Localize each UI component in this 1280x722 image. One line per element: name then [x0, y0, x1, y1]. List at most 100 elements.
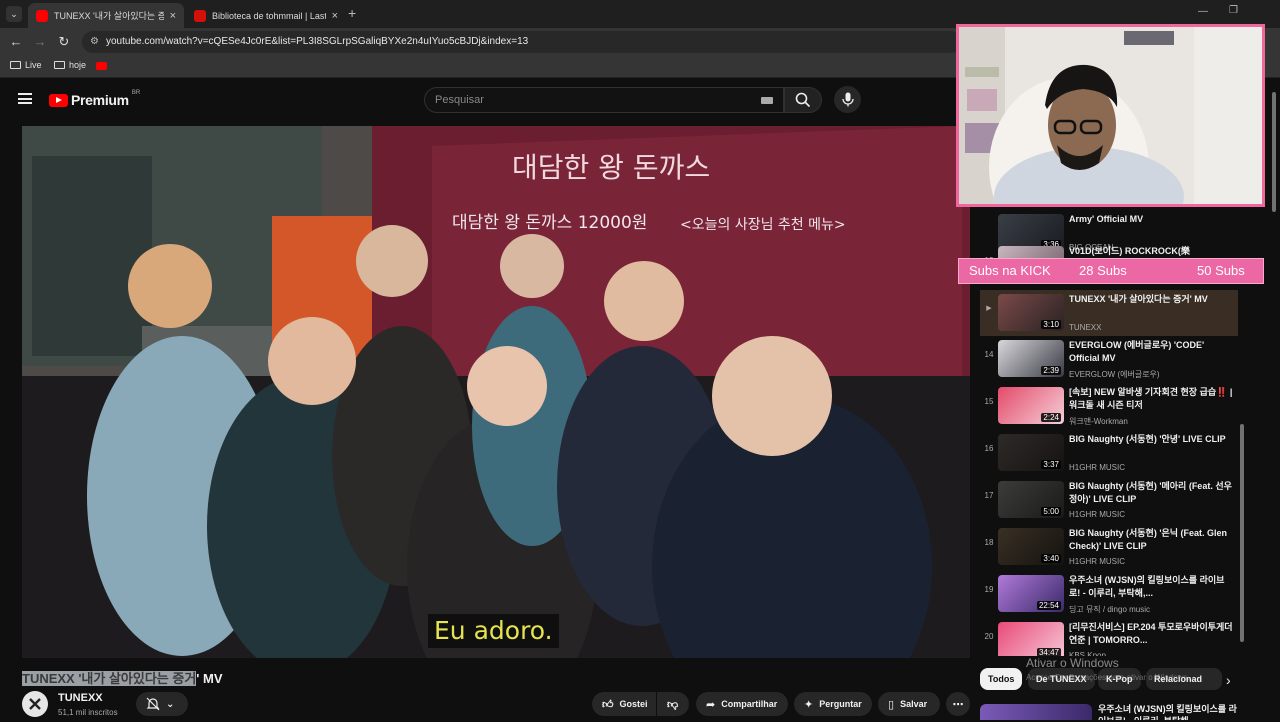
close-icon[interactable]: × [170, 10, 176, 22]
tab-youtube[interactable]: TUNEXX '내가 살아있다는 증거' × [28, 3, 184, 28]
folder-icon [54, 61, 65, 69]
window-maximize-icon[interactable]: ❐ [1229, 5, 1238, 16]
playlist-item-title[interactable]: 우주소녀 (WJSN)의 킬링보이스를 라이브로! - 이루리, 부탁해,... [1069, 574, 1234, 600]
video-player[interactable]: 대담한 왕 돈까스 대담한 왕 돈까스 12000원 <오늘의 사장님 추천 메… [22, 126, 970, 658]
duration-badge: 22:54 [1036, 601, 1061, 610]
channel-avatar[interactable] [22, 691, 48, 717]
voice-search-button[interactable] [834, 86, 861, 113]
playlist-item[interactable]: 18 3:40 BIG Naughty (서동현) '은닉 (Feat. Glen … [980, 524, 1238, 570]
sign-text: 대담한 왕 돈까스 [512, 151, 711, 184]
close-icon[interactable]: × [332, 10, 338, 22]
site-info-icon[interactable]: ⚙ [90, 31, 99, 53]
playlist-item-channel: H1GHR MUSIC [1069, 510, 1126, 519]
playlist-item-title[interactable]: EVERGLOW (에버글로우) 'CODE' Official MV [1069, 339, 1234, 365]
youtube-play-icon [49, 93, 68, 107]
playlist-item-channel: 딩고 뮤직 / dingo music [1069, 605, 1151, 614]
country-code: BR [131, 90, 141, 96]
duration-badge: 3:40 [1041, 554, 1061, 563]
dislike-button[interactable]: 👎︎ [657, 692, 689, 716]
duration-badge: 3:37 [1041, 460, 1061, 469]
video-title-rest: ' MV [196, 671, 223, 686]
more-icon: ⋯ [952, 698, 964, 711]
playlist-item[interactable]: 15 2:24 [속보] NEW 알바생 기자회견 현장 급습‼️ | 워크돌 새 … [980, 383, 1238, 429]
playlist-item-channel: H1GHR MUSIC [1069, 463, 1126, 472]
search-button[interactable] [784, 87, 822, 113]
bookmark-live[interactable]: Live [10, 60, 42, 70]
playlist-item[interactable]: 14 2:39 EVERGLOW (에버글로우) 'CODE' Official M… [980, 336, 1238, 382]
tab-search-icon[interactable]: ⌄ [6, 6, 22, 22]
page-scrollbar[interactable] [1272, 92, 1276, 212]
playlist-index: 20 [984, 632, 994, 641]
tab-lastfm[interactable]: Biblioteca de tohmmail | Last.fm × [186, 3, 346, 28]
playlist-thumbnail[interactable]: 3:40 [998, 528, 1064, 565]
kick-label: Subs na KICK [969, 263, 1051, 278]
webcam-feed [959, 27, 1262, 204]
bookmark-youtube[interactable] [96, 62, 107, 70]
windows-activation-subtext: Acesse Configurações para ativar o Windo… [1026, 673, 1190, 682]
playlist-thumbnail[interactable]: 2:39 [998, 340, 1064, 377]
playlist-item-title[interactable]: V01D(보이드) ROCKROCK(樂 [1069, 245, 1234, 258]
chip-todos[interactable]: Todos [980, 668, 1023, 690]
address-bar[interactable]: ⚙ youtube.com/watch?v=cQESe4Jc0rE&list=P… [82, 31, 962, 53]
related-video-thumbnail[interactable] [980, 704, 1092, 720]
playlist-thumbnail[interactable]: 22:54 [998, 575, 1064, 612]
playlist-thumbnail[interactable]: 5:00 [998, 481, 1064, 518]
playlist-item-title[interactable]: BIG Naughty (서동현) '은닉 (Feat. Glen Check)… [1069, 527, 1234, 553]
bookmark-icon: ▯ [888, 698, 895, 711]
duration-badge: 34:47 [1036, 648, 1061, 656]
windows-activation-watermark: Ativar o Windows [1026, 656, 1119, 670]
playlist-thumbnail[interactable]: 3:37 [998, 434, 1064, 471]
playlist-item[interactable]: 16 3:37 BIG Naughty (서동현) '안녕' LIVE CLIP H1… [980, 430, 1238, 476]
playlist-item-title[interactable]: BIG Naughty (서동현) '안녕' LIVE CLIP [1069, 433, 1234, 446]
tunexx-logo-icon [29, 698, 41, 710]
more-actions-button[interactable]: ⋯ [946, 692, 970, 716]
video-title-selected: TUNEXX '내가 살아있다는 증거 [22, 671, 197, 686]
ask-button[interactable]: ✦ Perguntar [794, 692, 872, 716]
share-button[interactable]: ➦ Compartilhar [696, 692, 788, 716]
playlist-item[interactable]: 19 22:54 우주소녀 (WJSN)의 킬링보이스를 라이브로! - 이루리, … [980, 571, 1238, 617]
reload-icon[interactable]: ↻ [56, 34, 72, 50]
window-minimize-icon[interactable]: — [1198, 6, 1208, 17]
tab-title: Biblioteca de tohmmail | Last.fm [212, 10, 326, 21]
chevron-down-icon: ⌄ [166, 698, 175, 710]
notification-bell-button[interactable]: ⌄ [136, 692, 188, 716]
sign-price: 대담한 왕 돈까스 12000원 [452, 213, 648, 233]
save-button[interactable]: ▯ Salvar [878, 692, 940, 716]
playlist-item-current[interactable]: ▶ 3:10 TUNEXX '내가 살아있다는 증거' MV TUNEXX [980, 290, 1238, 336]
folder-icon [10, 61, 21, 69]
search-input[interactable]: Pesquisar [424, 87, 784, 113]
menu-icon[interactable] [18, 93, 32, 104]
playlist-thumbnail[interactable]: 3:10 [998, 294, 1064, 331]
subscriber-count: 51,1 mil inscritos [58, 708, 118, 717]
playlist-item[interactable]: 17 5:00 BIG Naughty (서동현) '메아리 (Feat. 선우정아… [980, 477, 1238, 523]
playlist-item-title[interactable]: TUNEXX '내가 살아있다는 증거' MV [1069, 293, 1234, 306]
url-text: youtube.com/watch?v=cQESe4Jc0rE&list=PL3… [106, 36, 529, 47]
playlist-item-title[interactable]: [리무진서비스] EP.204 투모로우바이투게더 연준 | TOMORRO..… [1069, 621, 1234, 647]
video-frame [22, 126, 970, 658]
playlist-scrollbar[interactable] [1240, 424, 1244, 642]
playlist-item-title[interactable]: Army' Official MV [1069, 213, 1234, 226]
playlist-item-title[interactable]: [속보] NEW 알바생 기자회견 현장 급습‼️ | 워크돌 새 시즌 티저 [1069, 386, 1234, 412]
kick-goal-subs: 50 Subs [1197, 263, 1245, 278]
keyboard-icon[interactable] [761, 97, 773, 104]
playlist-item-title[interactable]: BIG Naughty (서동현) '메아리 (Feat. 선우정아)' LIV… [1069, 480, 1234, 506]
playlist-index: 18 [984, 538, 994, 547]
playlist-item[interactable]: 20 34:47 [리무진서비스] EP.204 투모로우바이투게더 연준 | TO… [980, 618, 1238, 656]
bookmark-hoje[interactable]: hoje [54, 60, 86, 70]
new-tab-button[interactable]: + [348, 5, 356, 21]
playlist-thumbnail[interactable]: 34:47 [998, 622, 1064, 656]
youtube-logo[interactable]: Premium BR [49, 90, 141, 108]
forward-icon[interactable]: → [32, 34, 48, 50]
related-video-title[interactable]: 우주소녀 (WJSN)의 킬링보이스를 라이브로! - 이루리, 부탁해,... [1098, 703, 1238, 720]
webcam-overlay [956, 24, 1265, 207]
back-icon[interactable]: ← [8, 34, 24, 50]
microphone-icon [842, 92, 854, 107]
channel-name[interactable]: TUNEXX [58, 692, 103, 704]
chevron-right-icon[interactable]: › [1226, 672, 1231, 688]
playlist-index: 19 [984, 585, 994, 594]
search-icon [795, 92, 811, 108]
bell-off-icon [146, 697, 160, 711]
playlist-thumbnail[interactable]: 2:24 [998, 387, 1064, 424]
playlist-item-channel: H1GHR MUSIC [1069, 557, 1126, 566]
like-button[interactable]: 👍︎ Gostei [592, 692, 656, 716]
